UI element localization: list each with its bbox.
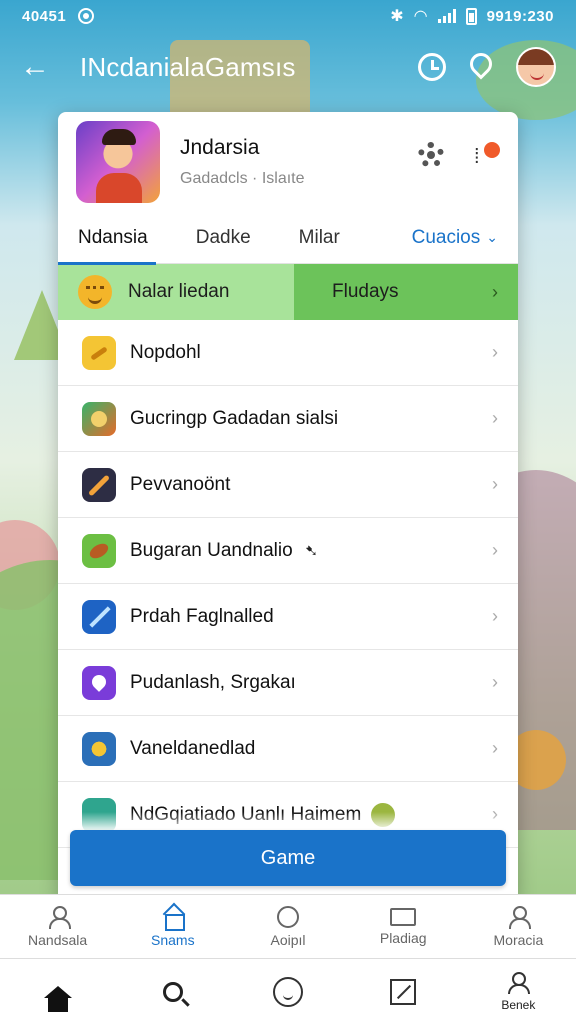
chevron-down-icon: ⌄ xyxy=(486,229,498,245)
tab-milar[interactable]: Milar xyxy=(299,212,340,264)
nav-label: Aoipıl xyxy=(270,931,306,948)
nav-label: Pladiag xyxy=(379,929,427,946)
tab-dropdown[interactable]: Cuacios ⌄ xyxy=(412,227,498,249)
tab-ndansia[interactable]: Ndansia xyxy=(58,212,156,265)
list-item-label: Gucringp Gadadan sialsi xyxy=(130,407,339,429)
search-icon xyxy=(162,981,183,1002)
list-item[interactable]: Gucringp Gadadan sialsi › xyxy=(58,386,518,452)
nav-item-snams[interactable]: Snams xyxy=(115,895,230,958)
notification-dot-icon xyxy=(78,8,95,24)
smiley-face-icon xyxy=(272,976,303,1007)
puzzle-game-icon xyxy=(82,731,116,766)
profile-header: Jndarsia Gadadcls · Islaıte ⁞ xyxy=(58,112,518,212)
highlight-label: Nalar liedan xyxy=(128,281,230,302)
list-item-label: Pevvanoönt xyxy=(130,473,231,495)
bluetooth-icon: ✱ xyxy=(390,8,404,25)
settings-gear-icon[interactable] xyxy=(418,142,444,168)
list-item-label: Nopdohl xyxy=(130,341,201,363)
status-bar: 40451 ✱ ◠ 9919:230 xyxy=(0,0,576,32)
nav-label: Snams xyxy=(151,931,195,948)
tab-bar: Ndansia Dadke Milar Cuacios ⌄ xyxy=(58,212,518,265)
notifications-icon[interactable]: ⁞ xyxy=(474,142,500,168)
app-title: INcdanialaGamsıs xyxy=(80,51,296,82)
chevron-right-icon: › xyxy=(492,606,498,626)
tab-dropdown-label: Cuacios xyxy=(411,226,481,248)
chevron-right-icon: › xyxy=(492,408,498,428)
system-profile-button[interactable]: Benek xyxy=(488,971,548,1012)
nav-item-nandsala[interactable]: Nandsala xyxy=(0,895,115,958)
chevron-right-icon: › xyxy=(492,540,498,560)
game-button[interactable]: Game xyxy=(70,830,506,886)
list-item-label: Prdah Faglnalled xyxy=(130,605,274,627)
home-icon xyxy=(161,906,185,931)
nav-label: Nandsala xyxy=(28,931,88,948)
history-icon[interactable] xyxy=(418,53,446,81)
arrow-launch-icon xyxy=(82,599,116,634)
system-face-button[interactable] xyxy=(258,976,318,1007)
battery-icon xyxy=(465,7,477,25)
system-profile-label: Benek xyxy=(501,997,536,1012)
list-item[interactable]: Bugaran Uandnalio ➷ › xyxy=(58,518,518,584)
list-item[interactable]: Prdah Faglnalled › xyxy=(58,584,518,650)
status-time: 40451 xyxy=(22,7,67,25)
list-item[interactable]: Pudanlash, Srgakaı › xyxy=(58,650,518,716)
profile-subtitle: Gadadcls · Islaıte xyxy=(180,170,305,187)
chevron-right-icon: › xyxy=(492,672,498,692)
location-pin-icon[interactable] xyxy=(465,48,497,80)
chevron-right-icon: › xyxy=(492,281,498,302)
system-edit-button[interactable] xyxy=(373,978,433,1005)
game-card: Jndarsia Gadadcls · Islaıte ⁞ Ndansia Da… xyxy=(58,112,518,902)
nav-label: Moracia xyxy=(493,931,544,948)
highlight-row[interactable]: Nalar liedan Fludays › xyxy=(58,264,518,320)
chevron-right-icon: › xyxy=(492,342,498,362)
system-navigation: Benek xyxy=(0,958,576,1024)
frame-icon xyxy=(390,907,417,926)
user-icon xyxy=(46,905,71,929)
wifi-icon: ◠ xyxy=(413,8,428,25)
system-home-button[interactable] xyxy=(28,985,88,1012)
profile-name: Jndarsia xyxy=(180,136,260,159)
nav-item-pladiag[interactable]: Pladiag xyxy=(346,895,461,958)
list-item-label: Vaneldanedlad xyxy=(130,737,256,759)
list-item-label: Pudanlash, Srgakaı xyxy=(130,671,296,693)
list-item[interactable]: Vaneldanedlad › xyxy=(58,716,518,782)
list-item[interactable]: Pevvanoönt › xyxy=(58,452,518,518)
sword-icon xyxy=(82,467,116,502)
tab-dadke[interactable]: Dadke xyxy=(196,212,251,264)
back-arrow-icon[interactable]: ← xyxy=(20,52,60,82)
highlight-value: Fludays xyxy=(332,281,399,302)
bottom-navigation: Nandsala Snams Aoipıl Pladiag Moracia xyxy=(0,894,576,958)
cursor-icon: ➷ xyxy=(304,542,319,560)
emoji-face-icon xyxy=(78,275,112,309)
notification-badge xyxy=(484,142,500,158)
dots-icon: ⁞ xyxy=(474,146,479,168)
status-clock: 9919:230 xyxy=(486,7,554,25)
chevron-right-icon: › xyxy=(492,474,498,494)
system-search-button[interactable] xyxy=(143,981,203,1002)
nav-item-aoipil[interactable]: Aoipıl xyxy=(230,895,345,958)
face-icon xyxy=(277,905,299,928)
heart-app-icon xyxy=(82,665,116,700)
list-item-label: Bugaran Uandnalio xyxy=(130,539,293,561)
game-character-icon xyxy=(82,401,116,436)
list-item[interactable]: Nopdohl › xyxy=(58,320,518,386)
game-list: Nopdohl › Gucringp Gadadan sialsi › Pevv… xyxy=(58,320,518,848)
app-bar: ← INcdanialaGamsıs xyxy=(0,34,576,100)
football-icon xyxy=(82,533,116,568)
edit-square-icon xyxy=(390,978,417,1005)
profile-icon xyxy=(506,905,532,929)
person-icon xyxy=(507,971,531,994)
nav-item-moracia[interactable]: Moracia xyxy=(461,895,576,958)
list-fade xyxy=(58,812,518,832)
signal-icon xyxy=(437,9,456,23)
chevron-right-icon: › xyxy=(492,738,498,758)
bandage-icon xyxy=(82,335,116,370)
home-filled-icon xyxy=(43,985,72,1012)
user-avatar[interactable] xyxy=(516,47,556,87)
game-thumbnail[interactable] xyxy=(76,121,160,203)
